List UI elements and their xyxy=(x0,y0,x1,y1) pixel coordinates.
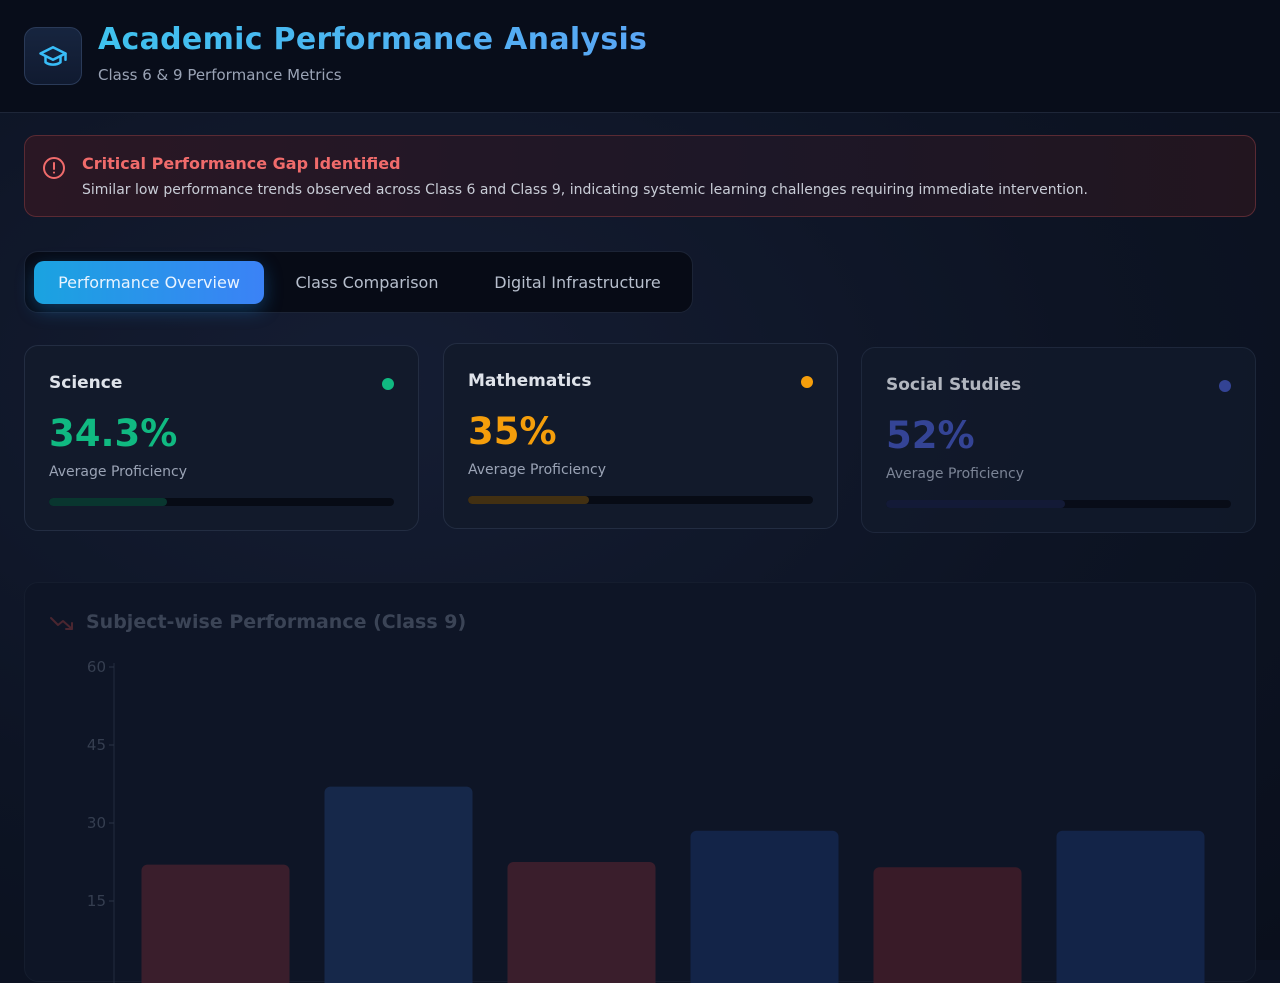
alert-circle-icon xyxy=(43,157,65,179)
card-value: 35% xyxy=(468,410,557,453)
progress-fill xyxy=(468,496,589,504)
card-science: Science 34.3% Average Proficiency xyxy=(24,345,419,531)
card-value: 52% xyxy=(886,414,975,457)
logo xyxy=(24,27,82,85)
progress-bar xyxy=(886,500,1231,508)
graduation-cap-icon xyxy=(39,46,67,66)
card-value: 34.3% xyxy=(49,412,178,455)
tab-bar: Performance Overview Class Comparison Di… xyxy=(24,251,693,313)
bar[interactable] xyxy=(141,864,290,983)
card-title: Social Studies xyxy=(886,375,1022,395)
bar[interactable] xyxy=(690,830,839,983)
header: Academic Performance Analysis Class 6 & … xyxy=(0,0,1280,113)
chart-panel: Subject-wise Performance (Class 9) 15 30 4… xyxy=(24,582,1256,983)
alert-banner: Critical Performance Gap Identified Simi… xyxy=(24,135,1256,217)
y-tick-label: 60 xyxy=(87,658,106,676)
progress-fill xyxy=(886,500,1066,508)
progress-fill xyxy=(49,498,168,506)
bar[interactable] xyxy=(324,786,473,983)
card-title: Mathematics xyxy=(468,371,592,391)
card-title: Science xyxy=(49,373,123,393)
card-label: Average Proficiency xyxy=(468,462,607,478)
bar-chart: 15 30 45 60 xyxy=(87,658,1205,983)
status-dot xyxy=(1219,380,1231,392)
alert-title: Critical Performance Gap Identified xyxy=(82,154,401,173)
card-mathematics: Mathematics 35% Average Proficiency xyxy=(443,343,838,529)
card-label: Average Proficiency xyxy=(49,464,188,480)
bar[interactable] xyxy=(873,867,1022,983)
page-title: Academic Performance Analysis xyxy=(98,22,648,57)
y-tick-label: 15 xyxy=(87,892,106,910)
card-social-studies: Social Studies 52% Average Proficiency xyxy=(861,347,1256,533)
tab-digital-infrastructure[interactable]: Digital Infrastructure xyxy=(470,261,685,304)
alert-text: Similar low performance trends observed … xyxy=(82,182,1088,198)
y-tick-label: 30 xyxy=(87,814,106,832)
bar[interactable] xyxy=(1056,830,1205,983)
card-label: Average Proficiency xyxy=(886,466,1025,482)
progress-bar xyxy=(49,498,394,506)
page-subtitle: Class 6 & 9 Performance Metrics xyxy=(98,66,342,84)
status-dot xyxy=(382,378,394,390)
tab-class-comparison[interactable]: Class Comparison xyxy=(271,261,463,304)
status-dot xyxy=(801,376,813,388)
bar[interactable] xyxy=(507,862,656,983)
progress-bar xyxy=(468,496,813,504)
y-tick-label: 45 xyxy=(87,736,106,754)
tab-performance-overview[interactable]: Performance Overview xyxy=(34,261,264,304)
